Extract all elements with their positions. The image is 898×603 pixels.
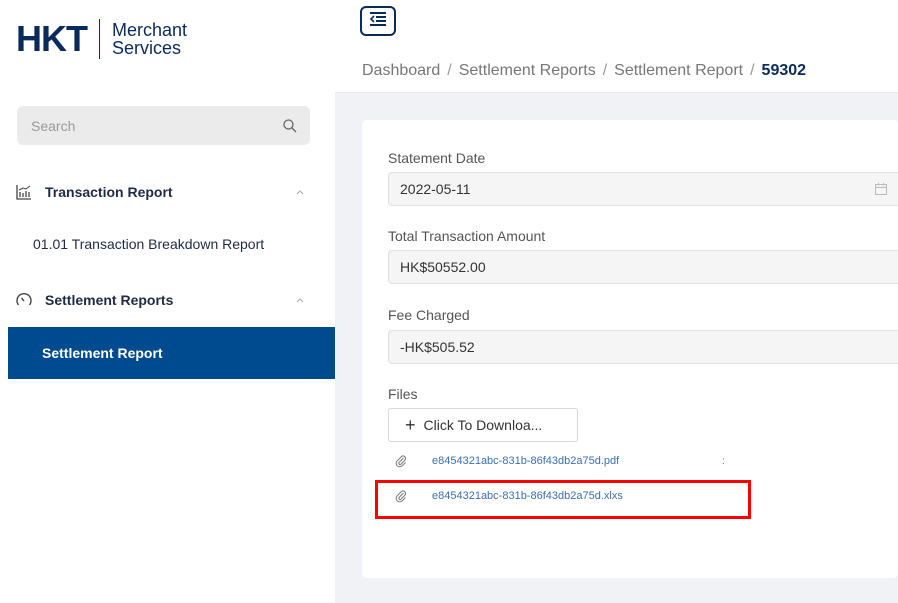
highlight-box [375, 480, 751, 519]
breadcrumb-current: 59302 [761, 62, 807, 79]
download-button[interactable]: + Click To Downloa... [388, 408, 578, 442]
search-input[interactable] [29, 116, 282, 135]
hkt-logo[interactable]: HKT Merchant Services [16, 18, 187, 60]
logo-mark: HKT [16, 18, 88, 59]
plus-icon: + [405, 415, 416, 435]
file-name[interactable]: e8454321abc-831b-86f43db2a75d.pdf [432, 455, 619, 467]
sidebar-toggle-button[interactable] [360, 6, 396, 36]
search-icon[interactable] [282, 118, 298, 134]
logo-text-line2: Services [112, 38, 182, 58]
indent-icon [368, 11, 388, 32]
nav-group-label: Settlement Reports [45, 292, 174, 308]
logo-text-line1: Merchant [112, 20, 188, 40]
logo-divider [99, 19, 100, 59]
chevron-up-icon[interactable] [293, 293, 307, 307]
chevron-up-icon[interactable] [293, 185, 307, 199]
statement-date-value: 2022-05-11 [400, 181, 471, 197]
sidebar-item-label: 01.01 Transaction Breakdown Report [33, 236, 265, 252]
fee-charged-field: -HK$505.52 [388, 330, 898, 364]
search-box [17, 106, 310, 145]
breadcrumb-separator: / [750, 62, 755, 79]
nav-group-settlement-reports[interactable]: Settlement Reports [8, 282, 335, 318]
breadcrumb-dashboard[interactable]: Dashboard [362, 62, 440, 79]
statement-date-field[interactable]: 2022-05-11 [388, 172, 898, 206]
total-transaction-amount-label: Total Transaction Amount [388, 228, 546, 244]
sidebar-item-label: Settlement Report [42, 345, 163, 361]
breadcrumb-settlement-report[interactable]: Settlement Report [614, 62, 743, 79]
gauge-icon [15, 291, 33, 309]
breadcrumb-separator: / [602, 62, 608, 79]
sidebar-item-transaction-breakdown-report[interactable]: 01.01 Transaction Breakdown Report [8, 226, 335, 262]
bar-chart-icon [15, 183, 33, 201]
breadcrumb-separator: / [447, 62, 452, 79]
file-link-pdf[interactable]: e8454321abc-831b-86f43db2a75d.pdf [388, 454, 619, 468]
download-button-label: Click To Downloa... [423, 417, 543, 433]
breadcrumb: Dashboard / Settlement Reports / Settlement … [362, 62, 806, 80]
sidebar-item-settlement-report[interactable]: Settlement Report [8, 327, 335, 379]
paperclip-icon [394, 454, 408, 468]
fee-charged-label: Fee Charged [388, 307, 470, 323]
calendar-icon[interactable] [874, 182, 888, 196]
nav-group-transaction-report[interactable]: Transaction Report [8, 174, 335, 210]
sidebar: HKT Merchant Services Transaction Report… [8, 8, 335, 603]
logo-text: Merchant Services [112, 21, 187, 57]
files-label: Files [388, 386, 418, 402]
total-transaction-amount-field: HK$50552.00 [388, 250, 898, 284]
total-transaction-amount-value: HK$50552.00 [400, 259, 486, 275]
nav-group-label: Transaction Report [45, 184, 173, 200]
fee-charged-value: -HK$505.52 [400, 339, 475, 355]
breadcrumb-settlement-reports[interactable]: Settlement Reports [459, 62, 596, 79]
statement-date-label: Statement Date [388, 150, 486, 166]
more-options-icon[interactable]: : [722, 456, 725, 467]
